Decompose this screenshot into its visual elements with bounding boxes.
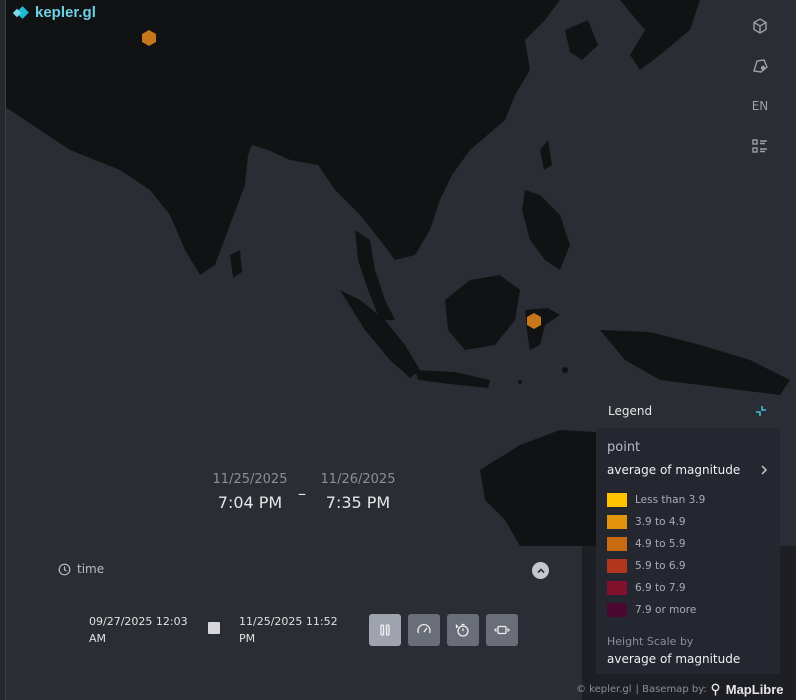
legend-entry-label: Less than 3.9 — [635, 494, 706, 506]
map-legend-icon — [752, 139, 767, 153]
map-pin-icon — [711, 683, 720, 696]
kepler-logo-icon — [16, 6, 30, 20]
clock-icon — [58, 563, 71, 575]
collapse-timeline-button[interactable] — [532, 562, 549, 579]
chevron-right-icon — [761, 465, 768, 475]
current-end-display: 11/26/2025 7:35 PM — [320, 472, 396, 512]
kepler-logo: kepler.gl — [16, 4, 96, 21]
reset-button[interactable] — [447, 614, 479, 646]
3d-cube-icon — [753, 18, 767, 34]
basemap-credit: | Basemap by: — [635, 684, 707, 695]
time-separator: – — [298, 484, 306, 503]
3d-view-button[interactable] — [744, 10, 776, 42]
draw-polygon-icon — [753, 59, 768, 73]
legend-entry: 5.9 to 6.9 — [607, 555, 769, 577]
legend-entry: 4.9 to 5.9 — [607, 533, 769, 555]
logo-text: kepler.gl — [35, 4, 96, 21]
draw-polygon-button[interactable] — [744, 50, 776, 82]
legend-title: Legend — [608, 404, 653, 418]
animation-window-icon — [494, 625, 510, 635]
legend-swatch — [607, 559, 627, 573]
end-date: 11/26/2025 — [320, 472, 396, 487]
legend-swatch — [607, 603, 627, 617]
legend-color-scale: Less than 3.9 3.9 to 4.9 4.9 to 5.9 5.9 … — [607, 489, 769, 621]
legend-entry: 3.9 to 4.9 — [607, 511, 769, 533]
map-legend-button[interactable] — [744, 130, 776, 162]
collapse-legend-icon[interactable] — [754, 404, 768, 418]
time-filter-label: time — [58, 562, 104, 576]
island — [377, 37, 383, 43]
legend-entry-label: 3.9 to 4.9 — [635, 516, 686, 528]
current-start-display: 11/25/2025 7:04 PM — [212, 472, 288, 512]
legend-entry-label: 5.9 to 6.9 — [635, 560, 686, 572]
legend-header[interactable]: Legend — [596, 396, 780, 426]
animation-window-button[interactable] — [486, 614, 518, 646]
legend-swatch — [607, 581, 627, 595]
speed-icon — [417, 623, 431, 634]
legend-entry-label: 6.9 to 7.9 — [635, 582, 686, 594]
range-end-label: 11/25/2025 11:52 PM — [239, 615, 338, 645]
range-slider-handle[interactable] — [208, 622, 220, 634]
range-start-label: 09/27/2025 12:03 AM — [89, 615, 188, 645]
map-control-toolbar: EN — [744, 10, 776, 162]
maplibre-link[interactable]: MapLibre — [726, 682, 784, 697]
legend-panel: point average of magnitude Less than 3.9… — [596, 428, 780, 674]
height-scale-label: Height Scale by — [607, 635, 694, 648]
legend-swatch — [607, 515, 627, 529]
map-attribution: © kepler.gl | Basemap by: MapLibre — [576, 682, 784, 697]
legend-swatch — [607, 493, 627, 507]
pause-button[interactable] — [369, 614, 401, 646]
pause-icon — [380, 624, 390, 636]
island — [562, 367, 568, 373]
legend-layer-name: point — [607, 440, 641, 455]
reset-timer-icon — [455, 623, 469, 637]
speed-button[interactable] — [408, 614, 440, 646]
kepler-copyright-link[interactable]: © kepler.gl — [576, 684, 632, 695]
end-time: 7:35 PM — [325, 493, 391, 512]
height-scale-field: average of magnitude — [607, 652, 741, 666]
start-date: 11/25/2025 — [212, 472, 288, 487]
locale-button[interactable]: EN — [744, 90, 776, 122]
legend-entry: Less than 3.9 — [607, 489, 769, 511]
time-field-name: time — [77, 562, 105, 576]
legend-entry-label: 4.9 to 5.9 — [635, 538, 686, 550]
color-field-name: average of magnitude — [607, 463, 741, 477]
legend-entry: 6.9 to 7.9 — [607, 577, 769, 599]
background-window-edge — [0, 0, 6, 700]
legend-entry-label: 7.9 or more — [635, 604, 697, 616]
legend-color-field[interactable]: average of magnitude — [607, 463, 769, 477]
island — [518, 380, 522, 384]
chevron-up-icon — [536, 567, 545, 573]
locale-label: EN — [751, 99, 769, 113]
legend-swatch — [607, 537, 627, 551]
start-time: 7:04 PM — [217, 493, 283, 512]
legend-entry: 7.9 or more — [607, 599, 769, 621]
